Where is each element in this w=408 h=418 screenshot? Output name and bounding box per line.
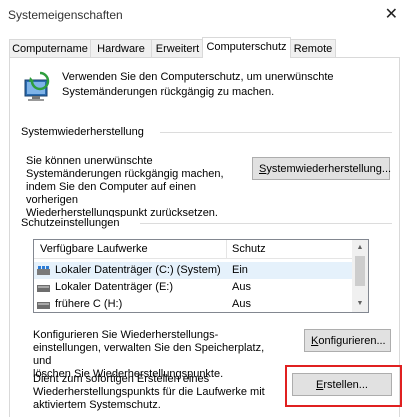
drive-name: Lokaler Datenträger (E:) [55,281,173,293]
list-header: Verfügbare Laufwerke Schutz [34,240,353,259]
close-icon[interactable]: ✕ [385,4,398,26]
tab-hardware[interactable]: Hardware [90,39,152,57]
tab-erweitert[interactable]: Erweitert [151,39,204,57]
group-divider [160,132,392,133]
system-drive-icon [37,266,50,275]
column-separator[interactable] [226,240,227,258]
system-restore-button[interactable]: Systemwiederherstellung... [252,157,391,180]
drive-name: frühere C (H:) [55,298,123,310]
scroll-down-icon[interactable]: ▼ [352,296,368,312]
protection-heading: Schutzeinstellungen [21,217,124,229]
drive-icon [37,285,50,292]
window-title: Systemeigenschaften [8,8,123,22]
table-row[interactable]: Lokaler Datenträger (E:) Aus [34,279,353,296]
configure-button[interactable]: Konfigurieren... [304,329,391,352]
scroll-thumb[interactable] [355,256,365,286]
drive-name: Lokaler Datenträger (C:) (System) [55,264,221,276]
protection-status: Aus [232,281,251,293]
table-row[interactable]: frühere C (H:) Aus [34,296,353,312]
computer-protection-icon [24,71,50,101]
tab-computerschutz[interactable]: Computerschutz [202,37,291,58]
restore-description: Sie können unerwünschte Systemänderungen… [26,155,224,219]
create-description: Dient zum sofortigen Erstellen eines Wie… [33,373,265,411]
group-divider [140,223,392,224]
tab-remote[interactable]: Remote [290,39,336,57]
table-row[interactable]: Lokaler Datenträger (C:) (System) Ein [34,262,353,279]
restore-heading: Systemwiederherstellung [21,126,148,138]
highlight-box [285,365,402,407]
protection-status: Aus [232,298,251,310]
vertical-scrollbar[interactable]: ▲ ▼ [352,240,368,312]
drive-icon [37,302,50,309]
column-protection[interactable]: Schutz [232,243,266,255]
tab-computername[interactable]: Computername [9,39,91,57]
column-drives[interactable]: Verfügbare Laufwerke [40,243,148,255]
title-bar: Systemeigenschaften ✕ [0,0,408,31]
scroll-up-icon[interactable]: ▲ [352,240,368,256]
protection-status: Ein [232,264,248,276]
intro-text: Verwenden Sie den Computerschutz, um une… [62,71,334,98]
drives-list[interactable]: Verfügbare Laufwerke Schutz Lokaler Date… [33,239,369,313]
